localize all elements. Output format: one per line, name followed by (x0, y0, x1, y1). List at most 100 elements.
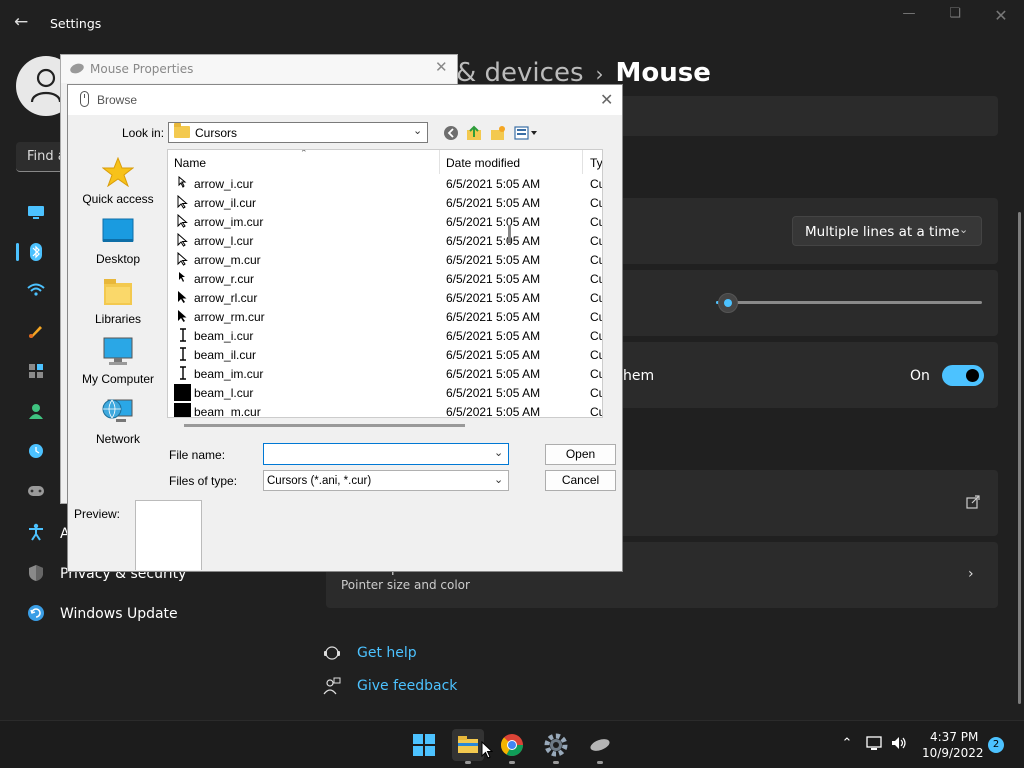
chevron-up-icon[interactable]: ⌃ (838, 735, 856, 753)
maximize-button[interactable]: ❏ (932, 6, 978, 28)
lines-slider-track[interactable] (716, 301, 982, 304)
column-header-type[interactable]: Ty (590, 156, 602, 170)
place-label: My Computer (81, 372, 155, 386)
accounts-icon[interactable] (26, 403, 46, 423)
file-type: Cu (590, 234, 602, 248)
apps-icon[interactable] (26, 363, 46, 383)
file-row[interactable]: arrow_im.cur 6/5/2021 5:05 AM Cu (168, 212, 602, 231)
place-desktop[interactable]: Desktop (70, 217, 166, 273)
lines-slider-thumb[interactable] (718, 293, 738, 313)
mouse-properties-titlebar[interactable]: Mouse Properties ✕ (61, 55, 457, 83)
file-list-hscroll[interactable] (184, 424, 465, 427)
browse-title: Browse (97, 93, 138, 107)
minimize-button[interactable]: — (886, 6, 932, 28)
volume-icon[interactable] (890, 735, 908, 753)
cursor-file-icon (174, 384, 191, 401)
browse-titlebar[interactable]: Browse ✕ (68, 85, 622, 115)
file-row[interactable]: beam_i.cur 6/5/2021 5:05 AM Cu (168, 326, 602, 345)
computer-icon (102, 337, 134, 367)
file-list-vscroll[interactable] (508, 225, 511, 243)
file-date: 6/5/2021 5:05 AM (446, 177, 541, 191)
file-name: arrow_r.cur (194, 272, 255, 286)
file-row[interactable]: beam_il.cur 6/5/2021 5:05 AM Cu (168, 345, 602, 364)
file-name: beam_i.cur (194, 329, 254, 343)
column-separator[interactable] (439, 150, 440, 174)
file-row[interactable]: beam_l.cur 6/5/2021 5:05 AM Cu (168, 383, 602, 402)
network-icon[interactable] (26, 283, 46, 303)
nav-label-windows-update[interactable]: Windows Update (60, 606, 178, 622)
mouse-pointer-subtitle: Pointer size and color (341, 578, 470, 592)
cursor-file-icon (176, 347, 190, 361)
desktop-icon (102, 217, 134, 247)
star-icon (101, 156, 135, 188)
place-my-computer[interactable]: My Computer (70, 337, 166, 393)
accessibility-icon[interactable] (26, 523, 46, 543)
bluetooth-icon[interactable] (26, 243, 46, 263)
get-help-link[interactable]: Get help (357, 645, 417, 661)
clock-date[interactable]: 10/9/2022 (922, 746, 984, 760)
column-separator[interactable] (582, 150, 583, 174)
cursor-file-icon (176, 213, 190, 228)
file-row[interactable]: arrow_rm.cur 6/5/2021 5:05 AM Cu (168, 307, 602, 326)
inactive-scroll-toggle[interactable] (942, 365, 984, 386)
cursor-file-icon (176, 309, 190, 323)
column-header-date[interactable]: Date modified (446, 156, 520, 170)
network-status-icon[interactable] (866, 735, 884, 753)
files-of-type-combo[interactable]: Cursors (*.ani, *.cur) ⌄ (263, 470, 509, 491)
column-header-name[interactable]: Name (174, 156, 206, 170)
start-button[interactable] (408, 729, 440, 761)
place-quick-access[interactable]: Quick access (70, 156, 166, 213)
external-link-icon (966, 495, 982, 511)
file-row[interactable]: arrow_rl.cur 6/5/2021 5:05 AM Cu (168, 288, 602, 307)
cancel-button[interactable]: Cancel (545, 470, 616, 491)
personalization-icon[interactable] (26, 323, 46, 343)
file-name: arrow_l.cur (194, 234, 254, 248)
file-row[interactable]: arrow_r.cur 6/5/2021 5:05 AM Cu (168, 269, 602, 288)
close-icon[interactable]: ✕ (435, 58, 448, 76)
up-folder-icon[interactable] (466, 125, 482, 141)
scroll-mode-dropdown[interactable]: Multiple lines at a time ⌄ (792, 216, 982, 246)
file-type: Cu (590, 386, 602, 400)
network-globe-icon (102, 397, 134, 427)
new-folder-icon[interactable] (490, 125, 506, 141)
file-row[interactable]: beam_im.cur 6/5/2021 5:05 AM Cu (168, 364, 602, 383)
place-network[interactable]: Network (70, 397, 166, 453)
file-date: 6/5/2021 5:05 AM (446, 196, 541, 210)
file-list[interactable]: ⌃ Name Date modified Ty arrow_i.cur 6/5/2… (167, 149, 603, 418)
windows-update-icon[interactable] (26, 604, 46, 624)
file-row[interactable]: arrow_il.cur 6/5/2021 5:05 AM Cu (168, 193, 602, 212)
inactive-scroll-label: hem (623, 368, 655, 384)
back-arrow-icon[interactable]: ← (14, 12, 34, 36)
file-name: arrow_rm.cur (194, 310, 265, 324)
mouse-properties-taskbar-button[interactable] (584, 729, 616, 761)
cursor-file-icon (176, 290, 190, 304)
open-button[interactable]: Open (545, 444, 616, 465)
back-icon[interactable] (443, 125, 459, 141)
close-button[interactable]: ✕ (978, 6, 1024, 28)
chrome-button[interactable] (496, 729, 528, 761)
look-in-combo[interactable]: Cursors ⌄ (168, 122, 428, 143)
mouse-cursor-icon (481, 741, 493, 759)
notification-badge[interactable]: 2 (988, 737, 1004, 753)
close-icon[interactable]: ✕ (600, 90, 613, 110)
chrome-icon (501, 734, 523, 756)
cursor-file-icon (176, 251, 190, 266)
file-type: Cu (590, 177, 602, 191)
file-row[interactable]: arrow_l.cur 6/5/2021 5:05 AM Cu (168, 231, 602, 250)
clock-time[interactable]: 4:37 PM (930, 730, 978, 744)
settings-app-button[interactable] (540, 729, 572, 761)
view-menu-icon[interactable] (514, 125, 538, 141)
chevron-down-icon[interactable]: ⌄ (494, 446, 503, 459)
file-name-input[interactable]: ⌄ (263, 443, 509, 465)
gaming-icon[interactable] (26, 483, 46, 503)
system-icon[interactable] (26, 204, 46, 224)
file-row[interactable]: beam_m.cur 6/5/2021 5:05 AM Cu (168, 402, 602, 417)
shield-icon[interactable] (26, 564, 46, 584)
file-row[interactable]: arrow_i.cur 6/5/2021 5:05 AM Cu (168, 174, 602, 193)
file-row[interactable]: arrow_m.cur 6/5/2021 5:05 AM Cu (168, 250, 602, 269)
settings-scrollbar[interactable] (1018, 212, 1021, 704)
give-feedback-link[interactable]: Give feedback (357, 678, 457, 694)
time-language-icon[interactable] (26, 443, 46, 463)
place-libraries[interactable]: Libraries (70, 277, 166, 333)
file-explorer-button[interactable] (452, 729, 484, 761)
